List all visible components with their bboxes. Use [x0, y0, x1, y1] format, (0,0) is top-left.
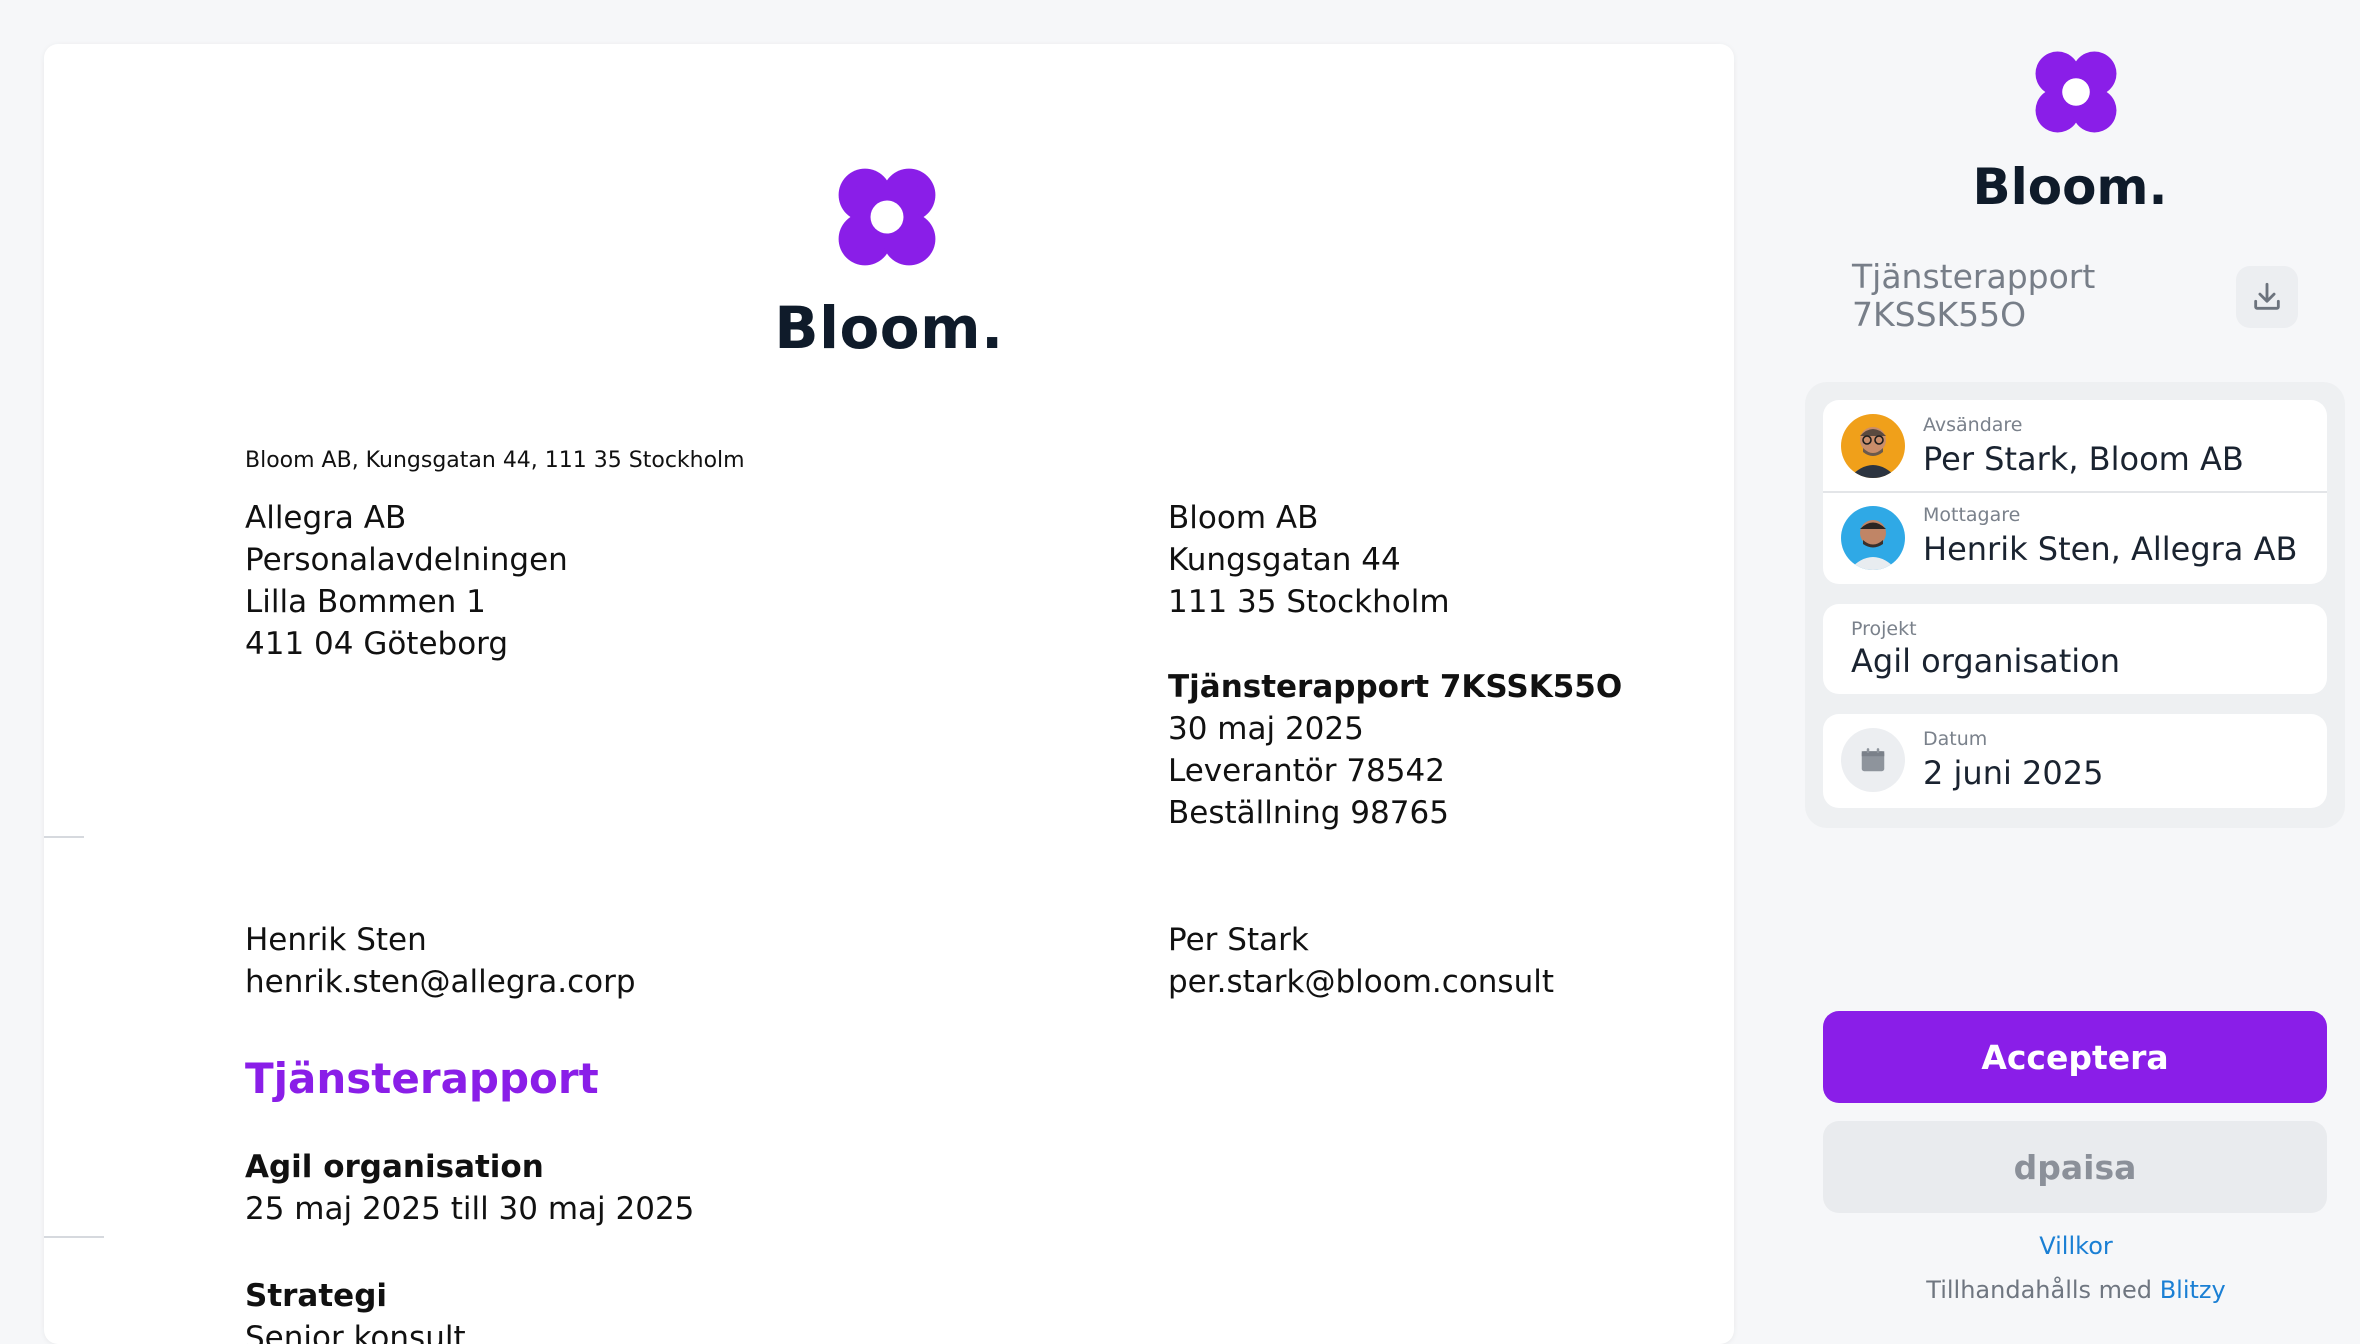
sender-address: Bloom AB Kungsgatan 44 111 35 Stockholm [1168, 497, 1450, 623]
strategy-section: Strategi Senior konsult [245, 1275, 466, 1344]
contact-name: Henrik Sten [245, 922, 427, 958]
report-title: Tjänsterapport 7KSSK55O [1168, 669, 1623, 705]
sender-row: Avsändare Per Stark, Bloom AB [1823, 400, 2327, 493]
reject-button[interactable]: dpaisa [1823, 1121, 2327, 1213]
fold-mark [44, 836, 84, 838]
powered-by: Tillhandahålls med Blitzy [1780, 1276, 2360, 1304]
download-icon [2254, 282, 2280, 310]
contact-name: Per Stark [1168, 922, 1309, 958]
accept-button[interactable]: Acceptera [1823, 1011, 2327, 1103]
sender-value: Per Stark, Bloom AB [1923, 440, 2244, 478]
sender-return-address: Bloom AB, Kungsgatan 44, 111 35 Stockhol… [245, 448, 745, 473]
sender-avatar-icon [1841, 414, 1905, 478]
project-name: Agil organisation [245, 1149, 544, 1185]
document-heading: Tjänsterapport [245, 1054, 599, 1103]
sender-contact: Per Stark per.stark@bloom.consult [1168, 919, 1554, 1003]
address-line: 411 04 Göteborg [245, 626, 509, 662]
avatar [1841, 506, 1905, 570]
recipient-avatar-icon [1841, 506, 1905, 570]
blitzy-link[interactable]: Blitzy [2160, 1276, 2226, 1304]
download-button[interactable] [2236, 266, 2298, 328]
section-name: Strategi [245, 1278, 388, 1314]
recipient-label: Mottagare [1923, 504, 2021, 526]
document-page: Bloom. Bloom AB, Kungsgatan 44, 111 35 S… [44, 44, 1734, 1344]
recipient-contact: Henrik Sten henrik.sten@allegra.corp [245, 919, 636, 1003]
project-value: Agil organisation [1851, 642, 2120, 680]
date-value: 2 juni 2025 [1923, 754, 2104, 792]
document-title-line: 7KSSK55O [1852, 295, 2027, 334]
project-period: 25 maj 2025 till 30 maj 2025 [245, 1191, 695, 1227]
document-title-line: Tjänsterapport [1852, 257, 2096, 296]
address-line: Bloom AB [1168, 500, 1319, 536]
participants-card: Avsändare Per Stark, Bloom AB Mottagare … [1823, 400, 2327, 584]
bloom-logo-icon [2035, 51, 2117, 133]
address-line: Kungsgatan 44 [1168, 542, 1401, 578]
address-line: Personalavdelningen [245, 542, 568, 578]
address-line: 111 35 Stockholm [1168, 584, 1450, 620]
project-section: Agil organisation 25 maj 2025 till 30 ma… [245, 1146, 694, 1230]
document-info-panel: Avsändare Per Stark, Bloom AB Mottagare … [1805, 382, 2345, 828]
sender-label: Avsändare [1923, 414, 2023, 436]
contact-email: per.stark@bloom.consult [1168, 964, 1555, 1000]
supplier-number: Leverantör 78542 [1168, 753, 1445, 789]
bloom-logo-icon [838, 168, 936, 266]
order-number: Beställning 98765 [1168, 795, 1449, 831]
date-card: Datum 2 juni 2025 [1823, 714, 2327, 808]
avatar [1841, 414, 1905, 478]
contact-email: henrik.sten@allegra.corp [245, 964, 636, 1000]
powered-by-text: Tillhandahålls med [1926, 1276, 2153, 1304]
terms-link[interactable]: Villkor [1780, 1232, 2360, 1260]
report-date: 30 maj 2025 [1168, 711, 1364, 747]
address-line: Allegra AB [245, 500, 407, 536]
report-meta: Tjänsterapport 7KSSK55O 30 maj 2025 Leve… [1168, 666, 1622, 834]
recipient-row: Mottagare Henrik Sten, Allegra AB [1823, 492, 2327, 584]
project-card: Projekt Agil organisation [1823, 604, 2327, 694]
date-label: Datum [1923, 728, 1988, 750]
fold-mark [44, 1236, 104, 1238]
project-label: Projekt [1851, 618, 1917, 640]
sidebar-brand-name: Bloom. [1972, 158, 2168, 216]
recipient-value: Henrik Sten, Allegra AB [1923, 530, 2298, 568]
document-brand-name: Bloom. [774, 294, 1004, 362]
calendar-glyph-icon [1861, 748, 1885, 772]
calendar-icon [1841, 728, 1905, 792]
address-line: Lilla Bommen 1 [245, 584, 486, 620]
section-role: Senior konsult [245, 1320, 466, 1344]
document-title: Tjänsterapport 7KSSK55O [1852, 258, 2095, 334]
recipient-address: Allegra AB Personalavdelningen Lilla Bom… [245, 497, 568, 665]
